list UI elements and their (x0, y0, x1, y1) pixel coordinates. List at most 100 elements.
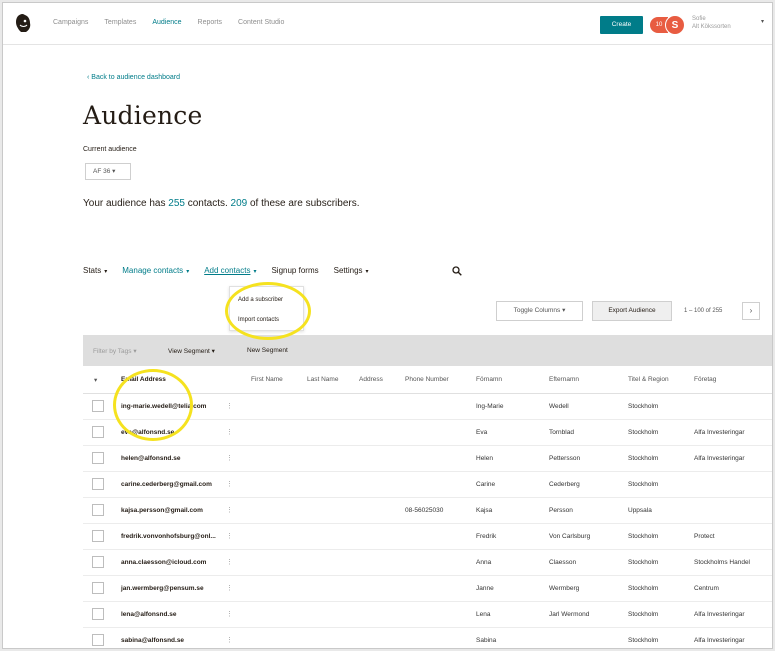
col-last-name[interactable]: Last Name (307, 376, 338, 383)
filter-bar: Filter by Tags ▾ View Segment ▾ New Segm… (83, 335, 772, 366)
view-segment-select[interactable]: View Segment ▾ (168, 347, 215, 355)
export-audience-button[interactable]: Export Audience (592, 301, 672, 321)
more-icon[interactable]: ⋮ (226, 584, 233, 592)
row-checkbox[interactable] (92, 426, 104, 438)
foretag-cell: Centrum (694, 585, 719, 592)
email-cell[interactable]: helen@alfonsnd.se (121, 455, 180, 462)
foretag-cell: Alfa Investeringar (694, 637, 745, 644)
row-checkbox[interactable] (92, 530, 104, 542)
table-row[interactable]: fredrik.vonvonhofsburg@onl... ⋮ Fredrik … (83, 524, 772, 550)
row-checkbox[interactable] (92, 504, 104, 516)
nav-audience[interactable]: Audience (152, 19, 181, 26)
account-menu[interactable]: Sofie Alt Kökssorten (692, 15, 731, 31)
more-icon[interactable]: ⋮ (226, 402, 233, 410)
row-checkbox[interactable] (92, 634, 104, 646)
more-icon[interactable]: ⋮ (226, 636, 233, 644)
foretag-cell: Stockholms Handel (694, 559, 750, 566)
summary-prefix: Your audience has (83, 198, 169, 209)
col-first-name[interactable]: First Name (251, 376, 283, 383)
back-to-dashboard-link[interactable]: ‹ Back to audience dashboard (87, 74, 180, 81)
new-segment-button[interactable]: New Segment (247, 347, 288, 354)
more-icon[interactable]: ⋮ (226, 428, 233, 436)
fornamn-cell: Fredrik (476, 533, 497, 540)
row-checkbox[interactable] (92, 478, 104, 490)
email-cell[interactable]: sabina@alfonsnd.se (121, 637, 184, 644)
contacts-count-link[interactable]: 255 (168, 198, 185, 209)
email-cell[interactable]: lena@alfonsnd.se (121, 611, 176, 618)
col-phone-number[interactable]: Phone Number (405, 376, 449, 383)
row-checkbox[interactable] (92, 582, 104, 594)
mailchimp-logo-icon[interactable] (14, 13, 32, 33)
col-fornamn[interactable]: Förnamn (476, 376, 502, 383)
col-efternamn[interactable]: Efternamn (549, 376, 579, 383)
chevron-down-icon[interactable]: ▾ (761, 18, 764, 25)
region-cell: Stockholm (628, 455, 659, 462)
fornamn-cell: Anna (476, 559, 492, 566)
tab-label: Stats (83, 266, 102, 275)
tab-manage-contacts[interactable]: Manage contacts ▾ (122, 266, 189, 275)
email-cell[interactable]: kajsa.persson@gmail.com (121, 507, 203, 514)
tab-add-contacts[interactable]: Add contacts ▾ (204, 266, 256, 275)
fornamn-cell: Ing-Marie (476, 403, 504, 410)
nav-reports[interactable]: Reports (198, 19, 223, 26)
audience-summary: Your audience has 255 contacts. 209 of t… (83, 198, 360, 209)
email-cell[interactable]: fredrik.vonvonhofsburg@onl... (121, 533, 216, 540)
email-cell[interactable]: anna.claesson@icloud.com (121, 559, 206, 566)
fornamn-cell: Carine (476, 481, 496, 488)
account-org: Alt Kökssorten (692, 24, 731, 30)
nav-content-studio[interactable]: Content Studio (238, 19, 284, 26)
current-audience-label: Current audience (83, 146, 137, 153)
foretag-cell: Protect (694, 533, 715, 540)
row-checkbox[interactable] (92, 608, 104, 620)
more-icon[interactable]: ⋮ (226, 506, 233, 514)
search-icon[interactable] (452, 266, 462, 276)
efternamn-cell: Cederberg (549, 481, 580, 488)
toggle-columns-button[interactable]: Toggle Columns ▾ (496, 301, 583, 321)
subscribers-count-link[interactable]: 209 (231, 198, 248, 209)
row-checkbox[interactable] (92, 452, 104, 464)
table-row[interactable]: lena@alfonsnd.se ⋮ Lena Jarl Wermond Sto… (83, 602, 772, 628)
more-icon[interactable]: ⋮ (226, 558, 233, 566)
more-icon[interactable]: ⋮ (226, 454, 233, 462)
table-row[interactable]: kajsa.persson@gmail.com ⋮ 08-56025030 Ka… (83, 498, 772, 524)
avatar[interactable]: S (665, 15, 685, 35)
region-cell: Stockholm (628, 403, 659, 410)
email-cell[interactable]: jan.wermberg@pensum.se (121, 585, 204, 592)
foretag-cell: Alfa Investeringar (694, 455, 745, 462)
audience-select[interactable]: AF 36 ▾ (85, 163, 131, 180)
table-row[interactable]: jan.wermberg@pensum.se ⋮ Janne Wermberg … (83, 576, 772, 602)
select-all-chevron-icon[interactable]: ▾ (94, 376, 97, 384)
pagination-text: 1 – 100 of 255 (684, 308, 723, 314)
more-icon[interactable]: ⋮ (226, 480, 233, 488)
highlight-circle-add-contacts (225, 282, 311, 340)
more-icon[interactable]: ⋮ (226, 532, 233, 540)
email-cell[interactable]: carine.cederberg@gmail.com (121, 481, 212, 488)
app-window: Campaigns Templates Audience Reports Con… (2, 2, 773, 649)
table-row[interactable]: carine.cederberg@gmail.com ⋮ Carine Cede… (83, 472, 772, 498)
col-address[interactable]: Address (359, 376, 383, 383)
efternamn-cell: Claesson (549, 559, 577, 566)
region-cell: Stockholm (628, 481, 659, 488)
efternamn-cell: Wermberg (549, 585, 580, 592)
tab-settings[interactable]: Settings ▾ (334, 266, 369, 275)
table-row[interactable]: sabina@alfonsnd.se ⋮ Sabina Stockholm Al… (83, 628, 772, 648)
foretag-cell: Alfa Investeringar (694, 429, 745, 436)
col-foretag[interactable]: Företag (694, 376, 716, 383)
more-icon[interactable]: ⋮ (226, 610, 233, 618)
nav-templates[interactable]: Templates (104, 19, 136, 26)
efternamn-cell: Jarl Wermond (549, 611, 590, 618)
create-button[interactable]: Create (600, 16, 643, 34)
efternamn-cell: Persson (549, 507, 573, 514)
tab-stats[interactable]: Stats ▾ (83, 266, 107, 275)
table-row[interactable]: helen@alfonsnd.se ⋮ Helen Pettersson Sto… (83, 446, 772, 472)
top-navigation: Campaigns Templates Audience Reports Con… (3, 3, 772, 45)
row-checkbox[interactable] (92, 556, 104, 568)
col-titel-region[interactable]: Titel & Region (628, 376, 669, 383)
next-page-button[interactable]: › (742, 302, 760, 320)
filter-by-tags-select[interactable]: Filter by Tags ▾ (93, 347, 137, 355)
tab-label: Settings (333, 266, 363, 275)
tab-signup-forms[interactable]: Signup forms (271, 266, 318, 275)
row-checkbox[interactable] (92, 400, 104, 412)
table-row[interactable]: anna.claesson@icloud.com ⋮ Anna Claesson… (83, 550, 772, 576)
nav-campaigns[interactable]: Campaigns (53, 19, 88, 26)
